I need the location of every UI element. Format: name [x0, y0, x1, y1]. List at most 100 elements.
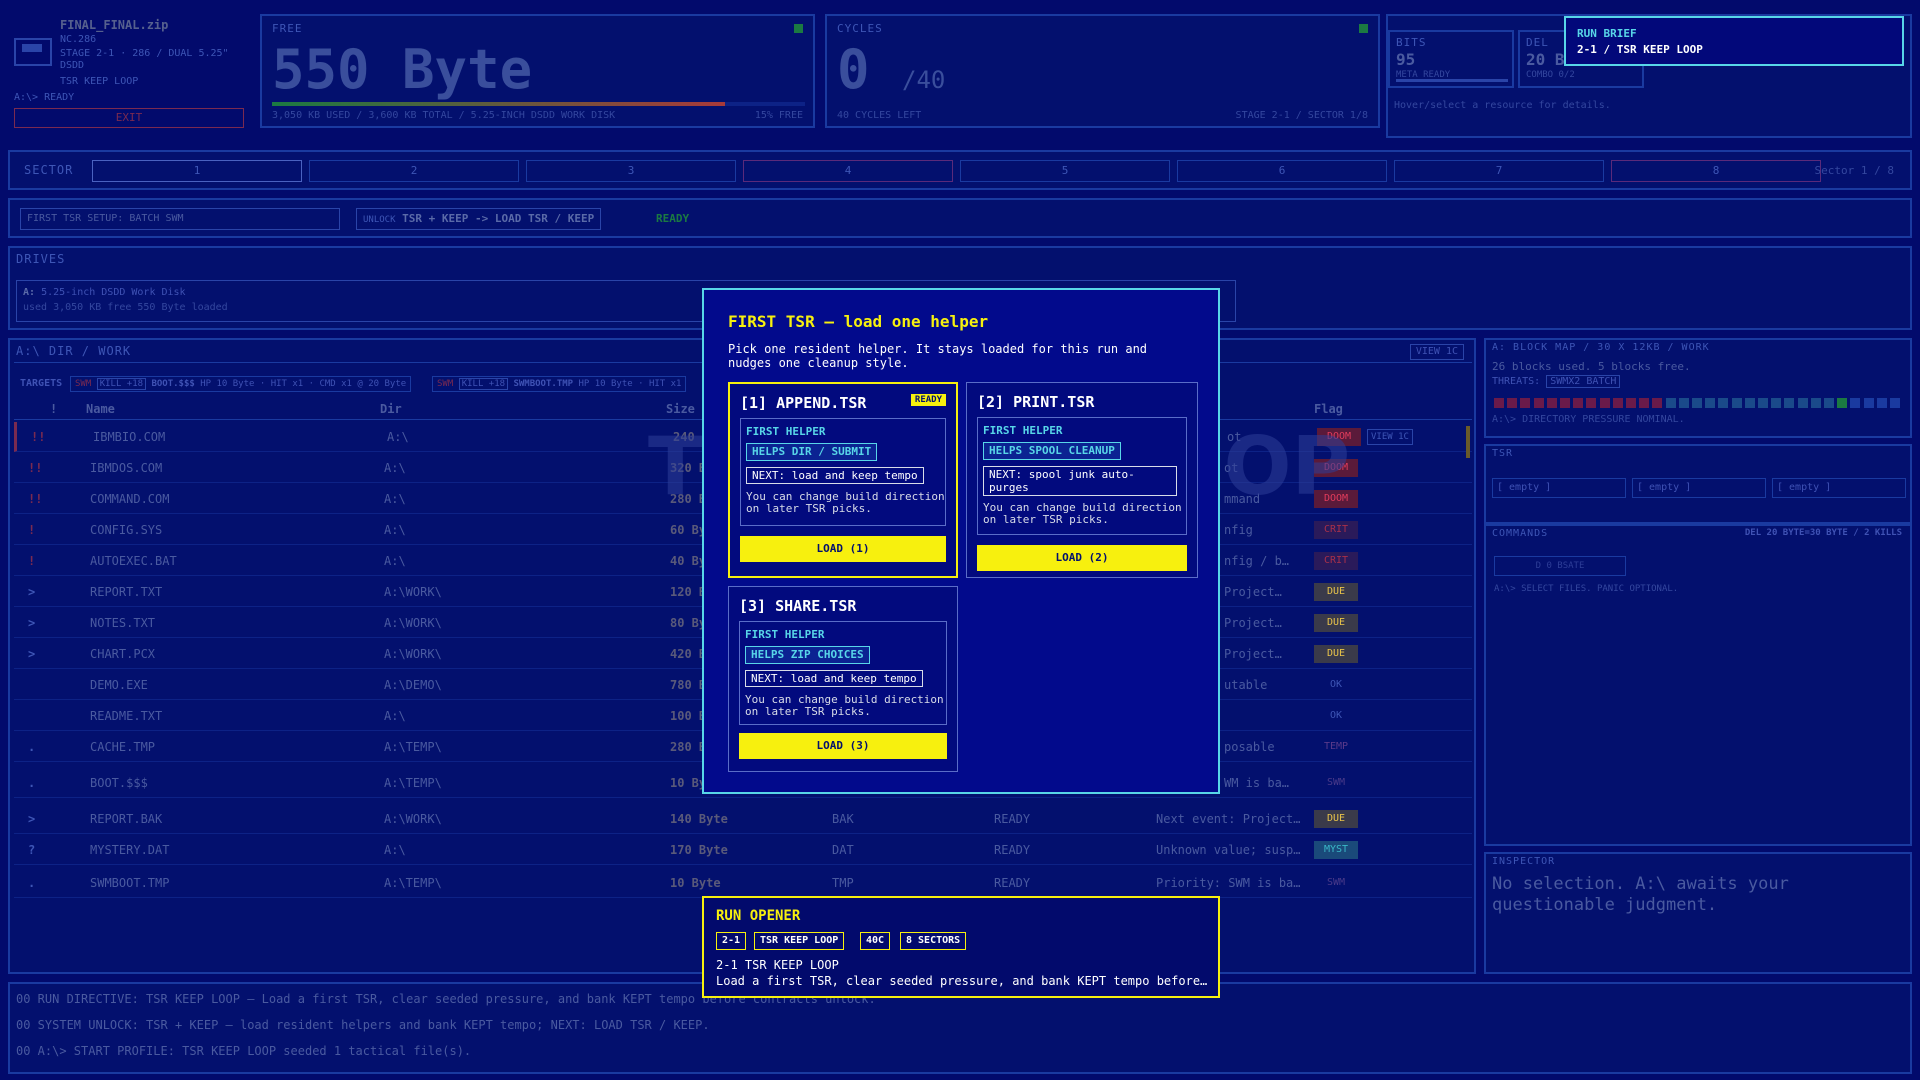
row-note: Priority: SWM is ba…	[1156, 876, 1301, 890]
table-row[interactable]: . SWMBOOT.TMP A:\TEMP\ 10 Byte TMP READY Prior…	[14, 868, 1472, 898]
status-led-icon	[1359, 24, 1368, 33]
commands-hint: A:\> SELECT FILES. PANIC OPTIONAL.	[1494, 584, 1679, 594]
table-row[interactable]: ? MYSTERY.DAT A:\ 170 Byte DAT READY Unknown v…	[14, 835, 1472, 865]
block-cell	[1573, 398, 1584, 408]
scrollbar[interactable]	[1466, 426, 1470, 458]
row-dir: A:\	[384, 843, 406, 857]
sector-1[interactable]: 1	[92, 160, 302, 182]
block-cell	[1837, 398, 1848, 408]
col-dir[interactable]: Dir	[380, 402, 402, 416]
row-name: README.TXT	[90, 709, 163, 723]
tsr-card-append[interactable]: [1] APPEND.TSR READY FIRST HELPER HELPS …	[728, 382, 958, 578]
sector-3[interactable]: 3	[526, 160, 736, 182]
helper-tag: HELPS ZIP CHOICES	[745, 646, 870, 664]
row-dir: A:\WORK\	[384, 616, 442, 630]
load-2-button[interactable]: LOAD (2)	[977, 545, 1187, 571]
load-1-button[interactable]: LOAD (1)	[740, 536, 946, 562]
opener-title: RUN OPENER	[716, 908, 801, 924]
row-mark: !	[28, 554, 36, 568]
col-flag[interactable]: Flag	[1314, 402, 1343, 416]
row-dir: A:\DEMO\	[384, 678, 442, 692]
sector-5[interactable]: 5	[960, 160, 1170, 182]
row-mark: .	[28, 740, 36, 754]
del-sub: COMBO 0/2	[1526, 70, 1575, 80]
row-view-button[interactable]: VIEW 1C	[1367, 429, 1413, 445]
row-flag-badge: OK	[1314, 676, 1358, 694]
file-prompt: A:\> READY	[14, 92, 75, 103]
col-size[interactable]: Size	[666, 402, 695, 416]
sector-label: SECTOR	[24, 163, 74, 177]
col-name[interactable]: Name	[86, 402, 115, 416]
view-toggle-button[interactable]: VIEW 1C	[1409, 344, 1464, 360]
row-type: TMP	[832, 876, 854, 890]
row-flag-badge: DUE	[1314, 810, 1358, 828]
exit-button[interactable]: EXIT	[14, 108, 244, 128]
sector-4[interactable]: 4	[743, 160, 953, 182]
block-cell	[1705, 398, 1716, 408]
row-dir: A:\TEMP\	[384, 776, 442, 790]
row-size: 10 Byte	[670, 876, 721, 890]
free-bar-fill	[272, 102, 726, 106]
load-3-button[interactable]: LOAD (3)	[739, 733, 947, 759]
bits-value: 95	[1396, 50, 1416, 69]
row-note: nfig / b…	[1224, 554, 1290, 568]
cycles-value: 0 /40	[837, 38, 945, 101]
block-cell	[1520, 398, 1531, 408]
block-cell	[1665, 398, 1676, 408]
card-body: FIRST HELPER HELPS SPOOL CLEANUP NEXT: s…	[977, 417, 1187, 535]
card-title: [3] SHARE.TSR	[739, 597, 857, 615]
log-line: 00 A:\> START PROFILE: TSR KEEP LOOP see…	[16, 1044, 472, 1058]
row-type: BAK	[832, 812, 854, 826]
sector-7[interactable]: 7	[1394, 160, 1604, 182]
row-name: IBMDOS.COM	[90, 461, 163, 475]
row-size: 40 By	[670, 554, 707, 568]
free-label: FREE	[272, 22, 303, 35]
opener-chip: 2-1	[716, 932, 747, 950]
row-flag-badge: MYST	[1314, 841, 1358, 859]
tsr-card-print[interactable]: [2] PRINT.TSR FIRST HELPER HELPS SPOOL C…	[966, 382, 1198, 578]
command-button[interactable]: D 0 BSATE	[1494, 556, 1626, 576]
table-row[interactable]: > REPORT.BAK A:\WORK\ 140 Byte BAK READY Next …	[14, 804, 1472, 834]
file-code: NC.286	[60, 34, 97, 45]
log-line: 00 SYSTEM UNLOCK: TSR + KEEP — load resi…	[16, 1018, 710, 1032]
block-cell	[1784, 398, 1795, 408]
block-cell	[1863, 398, 1874, 408]
tsr-slot[interactable]: [ empty ]	[1772, 478, 1906, 498]
tsr-slot[interactable]: [ empty ]	[1492, 478, 1626, 498]
block-cell	[1850, 398, 1861, 408]
cycles-count: 0	[837, 38, 870, 101]
setup-field[interactable]: FIRST TSR SETUP: BATCH SWM	[20, 208, 340, 230]
row-note: Next event: Project…	[1156, 812, 1301, 826]
row-note: Project…	[1224, 585, 1282, 599]
block-cell	[1678, 398, 1689, 408]
drive-desc: 5.25-inch DSDD Work Disk	[41, 287, 186, 298]
status-led-icon	[794, 24, 803, 33]
row-flag-badge: SWM	[1314, 774, 1358, 792]
target-chip[interactable]: SWM KILL +18 BOOT.$$$ HP 10 Byte · HIT x…	[70, 376, 412, 392]
target-chip[interactable]: SWM KILL +18 SWMBOOT.TMP HP 10 Byte · HI…	[432, 376, 687, 392]
sector-6[interactable]: 6	[1177, 160, 1387, 182]
row-note: Project…	[1224, 616, 1282, 630]
row-note: utable	[1224, 678, 1268, 692]
setup-bar: FIRST TSR SETUP: BATCH SWM UNLOCK TSR + …	[8, 198, 1912, 238]
row-size: 60 By	[670, 523, 707, 537]
inspector-text: No selection. A:\ awaits your questionab…	[1492, 874, 1789, 915]
card-body: FIRST HELPER HELPS DIR / SUBMIT NEXT: lo…	[740, 418, 946, 526]
row-mark: >	[28, 616, 36, 630]
tsr-card-share[interactable]: [3] SHARE.TSR FIRST HELPER HELPS ZIP CHO…	[728, 586, 958, 772]
block-cell	[1494, 398, 1504, 408]
row-name: CACHE.TMP	[90, 740, 156, 754]
sector-2[interactable]: 2	[309, 160, 519, 182]
helper-desc: You can change build direction on later …	[746, 490, 945, 515]
unlock-chip: UNLOCK TSR + KEEP -> LOAD TSR / KEEP	[356, 208, 602, 230]
ready-badge: READY	[910, 394, 946, 406]
tsr-slot[interactable]: [ empty ]	[1632, 478, 1766, 498]
tsr-panel: TSR [ empty ] [ empty ] [ empty ]	[1484, 444, 1912, 524]
target-tag: SWM	[437, 379, 454, 389]
sector-8[interactable]: 8	[1611, 160, 1821, 182]
bits-box: BITS 95 META READY	[1388, 30, 1514, 88]
row-dir: A:\	[387, 430, 409, 444]
row-name: DEMO.EXE	[90, 678, 148, 692]
helper-head: FIRST HELPER	[745, 628, 825, 641]
cycles-max: /40	[902, 66, 946, 94]
